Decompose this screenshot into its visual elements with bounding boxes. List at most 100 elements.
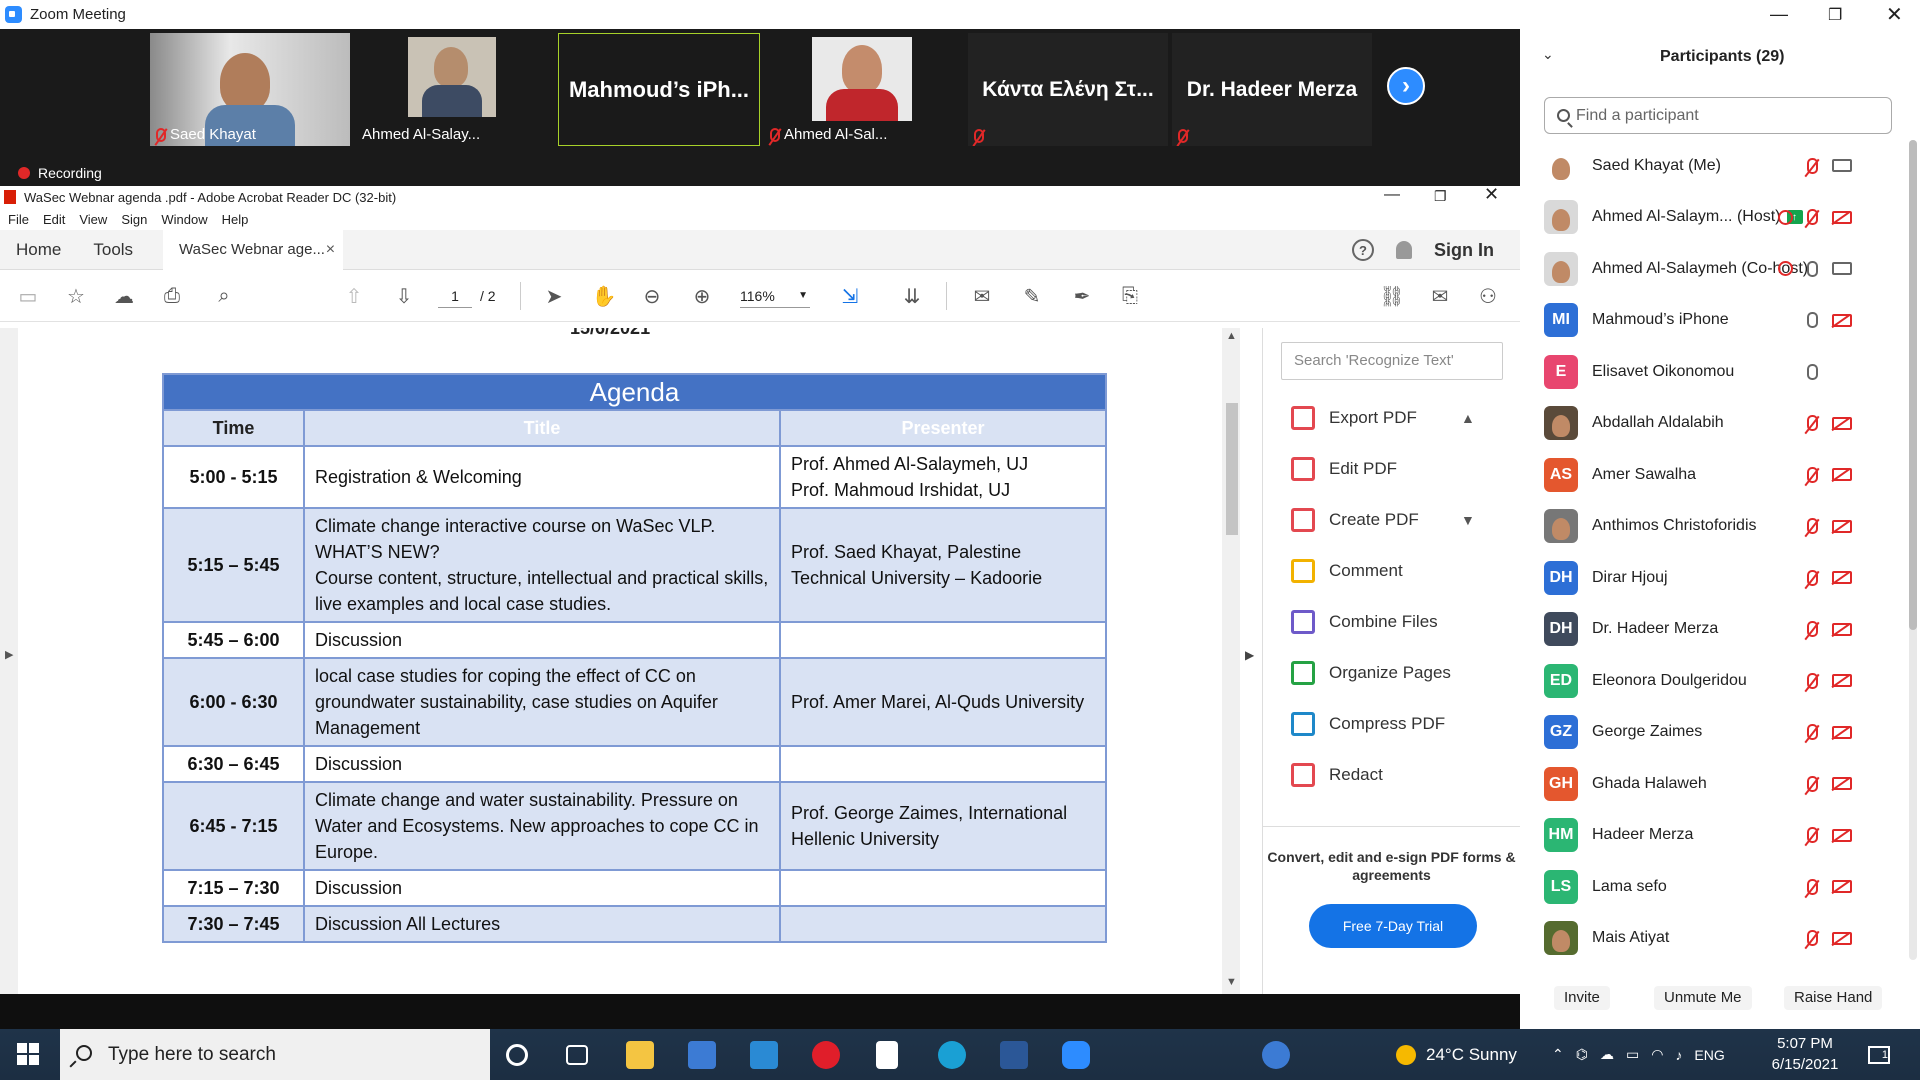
find-search-icon[interactable]: ⌕ xyxy=(212,284,236,308)
participant-row[interactable]: Anthimos Christoforidis xyxy=(1520,501,1920,552)
select-cursor-icon[interactable]: ➤ xyxy=(542,284,566,308)
scroll-down-icon[interactable]: ▼ xyxy=(1226,976,1237,988)
participant-row[interactable]: Ahmed Al-Salaymeh (Co-host) xyxy=(1520,243,1920,294)
save-icon[interactable]: ▭ xyxy=(16,284,40,308)
fit-page-icon[interactable]: ⇲ xyxy=(838,284,862,308)
hand-tool-icon[interactable]: ✋ xyxy=(592,284,617,308)
file-explorer-icon[interactable] xyxy=(626,1041,654,1069)
page-number-input[interactable]: 1 xyxy=(438,284,472,308)
network-icon[interactable]: ⌬ xyxy=(1576,1046,1588,1063)
help-tray-icon[interactable] xyxy=(1262,1041,1290,1069)
upload-cloud-icon[interactable]: ☁ xyxy=(112,284,136,308)
participant-row[interactable]: AS Amer Sawalha xyxy=(1520,449,1920,500)
participant-row[interactable]: Abdallah Aldalabih xyxy=(1520,398,1920,449)
battery-icon[interactable]: ▭ xyxy=(1626,1046,1639,1063)
participant-row[interactable]: LS Lama sefo xyxy=(1520,861,1920,912)
video-tile-2[interactable]: Ahmed Al-Salay... xyxy=(356,33,498,146)
tool-export-pdf[interactable]: Export PDF xyxy=(1291,406,1417,430)
tool-comment[interactable]: Comment xyxy=(1291,559,1403,583)
wifi-icon[interactable]: ◠ xyxy=(1651,1046,1663,1063)
share-link-icon[interactable]: ⛓ xyxy=(1379,284,1404,308)
word-icon[interactable] xyxy=(1000,1041,1028,1069)
zoom-level-select[interactable]: 116% ▼ xyxy=(740,284,810,308)
video-tile-4[interactable]: Ahmed Al-Sal... xyxy=(764,33,964,146)
menu-help[interactable]: Help xyxy=(222,212,249,227)
scrollbar-thumb[interactable] xyxy=(1226,403,1238,535)
tool-compress-pdf[interactable]: Compress PDF xyxy=(1291,712,1445,736)
tab-document[interactable]: WaSec Webnar age... × xyxy=(163,229,344,270)
expand-left-pane-icon[interactable]: ▶ xyxy=(5,648,13,661)
find-participant-input[interactable]: Find a participant xyxy=(1544,97,1892,134)
tab-home[interactable]: Home xyxy=(0,230,77,270)
sign-in-button[interactable]: Sign In xyxy=(1434,240,1494,261)
zoom-in-icon[interactable]: ⊕ xyxy=(690,284,714,308)
participant-row[interactable]: E Elisavet Oikonomou xyxy=(1520,346,1920,397)
onedrive-cloud-icon[interactable]: ☁ xyxy=(1600,1046,1614,1063)
opera-icon[interactable] xyxy=(812,1041,840,1069)
zoom-out-icon[interactable]: ⊖ xyxy=(640,284,664,308)
weather-widget[interactable]: 24°C Sunny xyxy=(1396,1029,1517,1080)
menu-window[interactable]: Window xyxy=(161,212,207,227)
tool-organize-pages[interactable]: Organize Pages xyxy=(1291,661,1451,685)
fill-sign-icon[interactable]: ⎘ xyxy=(1118,284,1142,308)
taskbar-clock[interactable]: 5:07 PM 6/15/2021 xyxy=(1750,1033,1860,1075)
close-icon[interactable]: ✕ xyxy=(1484,184,1499,205)
recognize-text-search-input[interactable]: Search 'Recognize Text' xyxy=(1281,342,1503,380)
cortana-icon[interactable] xyxy=(506,1044,528,1066)
windows-start-icon[interactable] xyxy=(17,1043,39,1065)
menu-sign[interactable]: Sign xyxy=(121,212,147,227)
notification-bell-icon[interactable] xyxy=(1396,241,1412,259)
next-page-arrow-icon[interactable]: › xyxy=(1387,67,1425,105)
close-icon[interactable]: ✕ xyxy=(1886,0,1903,29)
collapse-chevron-icon[interactable]: ⌄ xyxy=(1542,46,1554,63)
participant-row[interactable]: ED Eleonora Doulgeridou xyxy=(1520,655,1920,706)
tab-close-icon[interactable]: × xyxy=(326,241,335,259)
comment-icon[interactable]: ✉ xyxy=(970,284,994,308)
menu-edit[interactable]: Edit xyxy=(43,212,65,227)
participant-row[interactable]: DH Dirar Hjouj xyxy=(1520,552,1920,603)
scroll-mode-icon[interactable]: ⇊ xyxy=(900,284,924,308)
scrollbar-thumb[interactable] xyxy=(1909,140,1917,630)
restore-icon[interactable]: ❐ xyxy=(1434,188,1447,205)
zoom-taskbar-icon[interactable] xyxy=(1062,1041,1090,1069)
email-icon[interactable]: ✉ xyxy=(1428,284,1452,308)
minimize-icon[interactable]: — xyxy=(1384,186,1400,204)
previous-page-icon[interactable]: ⇧ xyxy=(342,284,366,308)
participant-row[interactable]: MI Mahmoud’s iPhone xyxy=(1520,295,1920,346)
video-tile-6[interactable]: Dr. Hadeer Merza xyxy=(1172,33,1372,146)
language-indicator[interactable]: ENG xyxy=(1694,1047,1724,1063)
notification-center-icon[interactable]: 1 xyxy=(1868,1029,1890,1080)
taskbar-search-box[interactable]: Type here to search xyxy=(60,1029,490,1080)
minimize-icon[interactable]: — xyxy=(1770,0,1788,29)
volume-icon[interactable]: ♪ xyxy=(1675,1047,1682,1063)
mail-icon[interactable] xyxy=(750,1041,778,1069)
document-scrollbar[interactable]: ▲ ▼ xyxy=(1222,328,1240,994)
menu-view[interactable]: View xyxy=(79,212,107,227)
task-view-icon[interactable] xyxy=(566,1045,588,1065)
video-tile-1[interactable]: Saed Khayat xyxy=(150,33,350,146)
next-page-icon[interactable]: ⇩ xyxy=(392,284,416,308)
free-trial-button[interactable]: Free 7-Day Trial xyxy=(1309,904,1477,948)
collapse-right-pane-icon[interactable]: ▶ xyxy=(1245,648,1254,662)
raise-hand-button[interactable]: Raise Hand xyxy=(1784,986,1883,1010)
edge-icon[interactable] xyxy=(938,1041,966,1069)
invite-button[interactable]: Invite xyxy=(1554,986,1610,1010)
chevron-up-icon[interactable]: ▲ xyxy=(1461,410,1475,426)
tool-create-pdf[interactable]: Create PDF xyxy=(1291,508,1419,532)
tool-edit-pdf[interactable]: Edit PDF xyxy=(1291,457,1397,481)
participant-row[interactable]: DH Dr. Hadeer Merza xyxy=(1520,604,1920,655)
participant-row[interactable]: HM Hadeer Merza xyxy=(1520,810,1920,861)
bookmark-star-icon[interactable]: ☆ xyxy=(64,284,88,308)
tab-tools[interactable]: Tools xyxy=(77,230,149,270)
video-tile-5[interactable]: Κάντα Ελένη Στ... xyxy=(968,33,1168,146)
participant-row[interactable]: Mais Atiyat xyxy=(1520,913,1920,964)
participant-row[interactable]: Saed Khayat (Me) xyxy=(1520,140,1920,191)
participant-row[interactable]: GH Ghada Halaweh xyxy=(1520,758,1920,809)
tool-combine-files[interactable]: Combine Files xyxy=(1291,610,1438,634)
participant-row[interactable]: GZ George Zaimes xyxy=(1520,707,1920,758)
tool-redact[interactable]: Redact xyxy=(1291,763,1383,787)
video-tile-3-active-speaker[interactable]: Mahmoud’s iPh... xyxy=(558,33,760,146)
add-user-icon[interactable]: ⚇ xyxy=(1476,284,1500,308)
scroll-up-icon[interactable]: ▲ xyxy=(1226,330,1237,342)
unmute-me-button[interactable]: Unmute Me xyxy=(1654,986,1752,1010)
